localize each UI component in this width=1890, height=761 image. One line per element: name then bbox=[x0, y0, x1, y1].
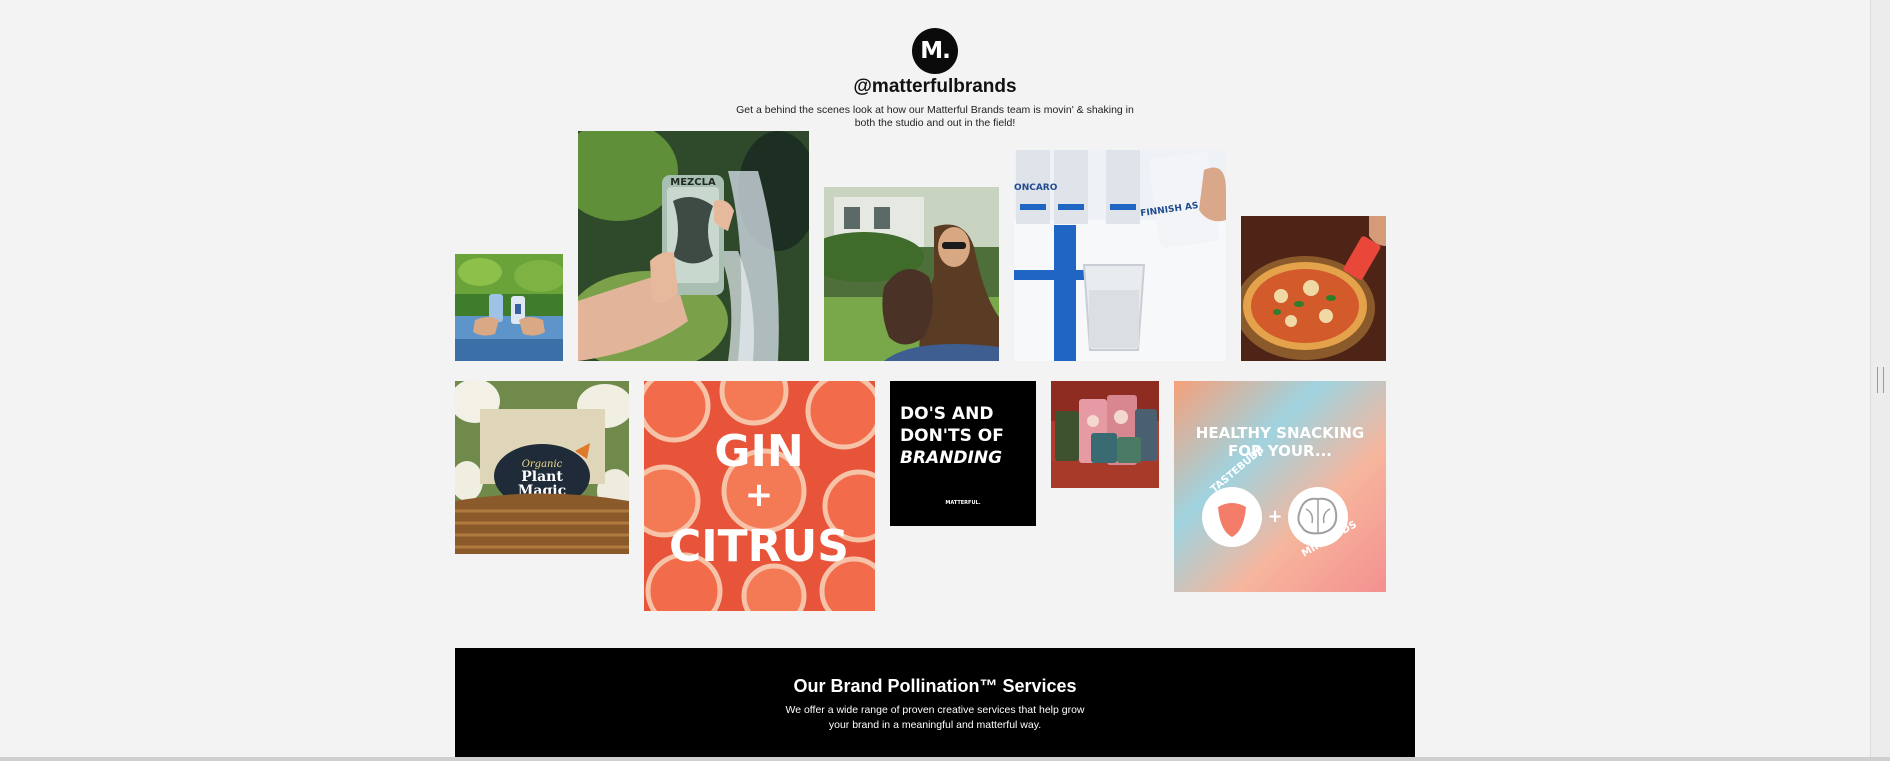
woman-with-puppy-image bbox=[824, 187, 999, 361]
bottom-divider bbox=[0, 757, 1890, 761]
healthy-snacking-plus: + bbox=[1267, 506, 1282, 527]
gallery-tile-healthy-snacking[interactable]: HEALTHY SNACKING FOR YOUR... + TASTEBUDS… bbox=[1174, 381, 1386, 592]
dos-line1: DO'S AND bbox=[900, 404, 994, 424]
scroll-grip-handle[interactable] bbox=[1877, 367, 1884, 393]
pizza-image bbox=[1241, 216, 1386, 361]
gallery-tile-pizza[interactable] bbox=[1241, 216, 1386, 361]
plus-text: + bbox=[745, 475, 774, 515]
gallery-tile-loncaro-drinks[interactable]: LONCARO FINNISH AS F*CK bbox=[1014, 150, 1226, 361]
gallery-tile-woman-puppy[interactable] bbox=[824, 187, 999, 361]
matterful-logo[interactable]: M. bbox=[912, 28, 958, 74]
gallery-tile-cans-by-water[interactable] bbox=[455, 254, 563, 361]
gallery-tile-gin-citrus[interactable]: GIN + CITRUS bbox=[644, 381, 875, 611]
dos-footer-logo: MATTERFUL. bbox=[945, 500, 981, 506]
profile-description: Get a behind the scenes look at how our … bbox=[736, 104, 1134, 129]
snack-bar-label: MEZCLA bbox=[670, 177, 716, 188]
instagram-handle[interactable]: @matterfulbrands bbox=[745, 76, 1125, 98]
snack-bags-image bbox=[1051, 381, 1159, 488]
organic-plant-magic-image: Organic Plant Magic bbox=[455, 381, 629, 554]
gallery-tile-plant-magic[interactable]: Organic Plant Magic bbox=[455, 381, 629, 554]
cans-by-water-image bbox=[455, 254, 563, 361]
citrus-text: CITRUS bbox=[669, 521, 849, 572]
gallery-tile-dos-donts[interactable]: DO'S AND DON'TS OF BRANDING MATTERFUL. bbox=[890, 381, 1036, 526]
gallery-tile-snack-bar[interactable]: MEZCLA bbox=[578, 131, 809, 361]
services-description: We offer a wide range of proven creative… bbox=[785, 704, 1085, 731]
gin-text: GIN bbox=[714, 426, 803, 477]
dos-line3: BRANDING bbox=[900, 448, 1003, 468]
snack-bar-waterfall-image: MEZCLA bbox=[578, 131, 809, 361]
gallery-tile-snack-bags[interactable] bbox=[1051, 381, 1159, 488]
healthy-snacking-line1: HEALTHY SNACKING bbox=[1196, 424, 1364, 442]
healthy-snacking-image: HEALTHY SNACKING FOR YOUR... + TASTEBUDS… bbox=[1174, 381, 1386, 592]
services-title: Our Brand Pollination™ Services bbox=[793, 676, 1077, 696]
dos-line2: DON'TS OF bbox=[900, 426, 1004, 446]
loncaro-drinks-image: LONCARO FINNISH AS F*CK bbox=[1014, 150, 1226, 361]
loncaro-can-label: LONCARO bbox=[1014, 183, 1058, 193]
services-section: Our Brand Pollination™ Services We offer… bbox=[455, 648, 1415, 761]
gin-citrus-image: GIN + CITRUS bbox=[644, 381, 875, 611]
